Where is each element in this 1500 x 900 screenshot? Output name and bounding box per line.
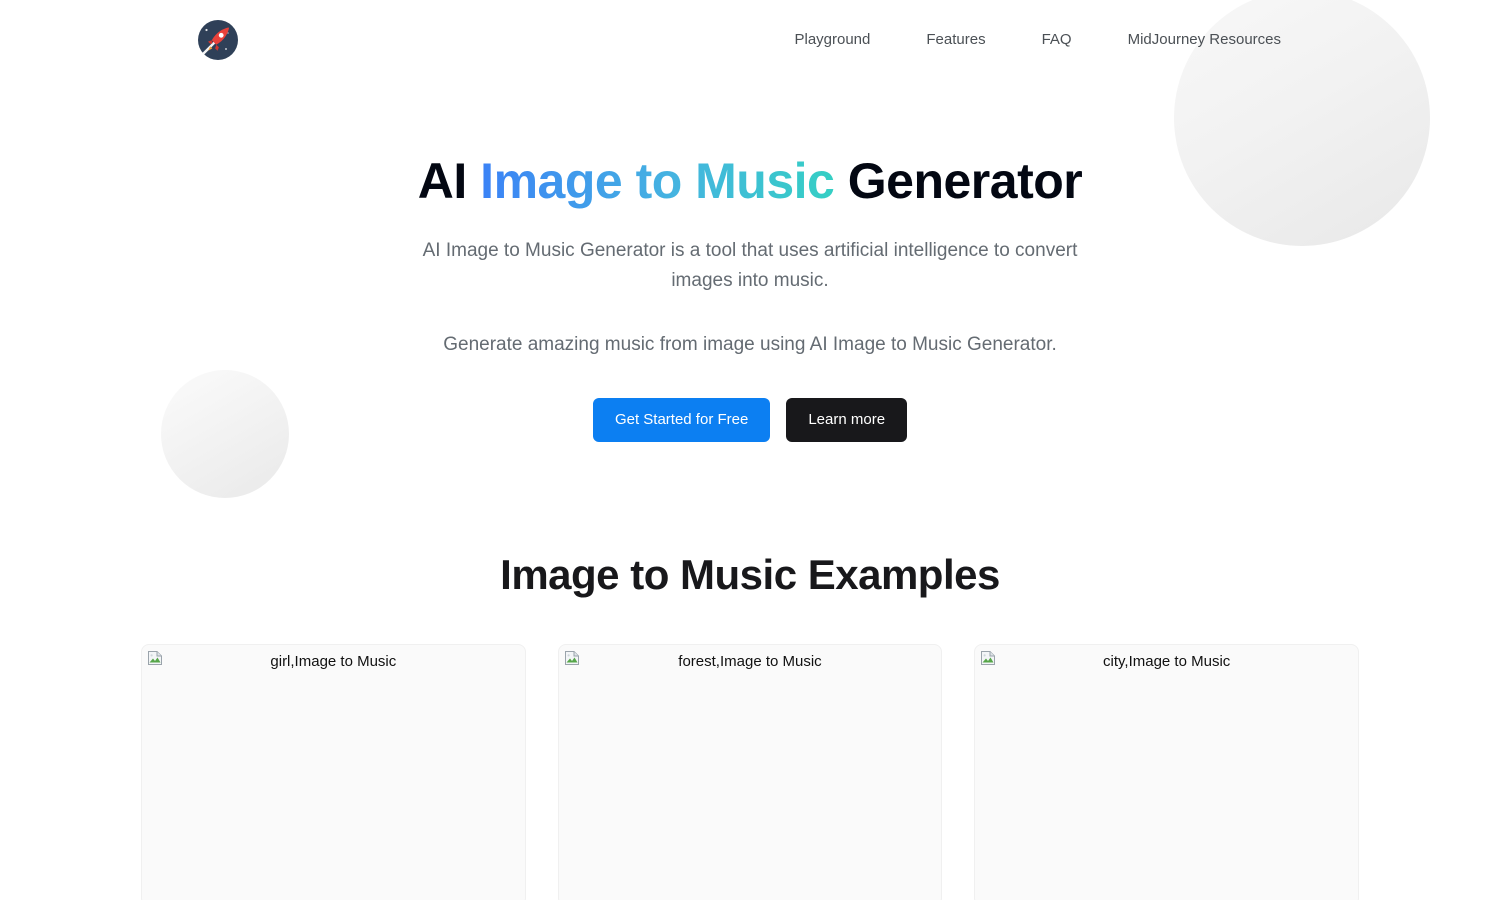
get-started-button[interactable]: Get Started for Free: [592, 398, 771, 442]
example-card-alt-text: girl,Image to Music: [270, 653, 397, 670]
main-content: AI Image to Music Generator AI Image to …: [0, 80, 1500, 900]
page-title-prefix: AI: [417, 153, 481, 209]
broken-image-placeholder: city,Image to Music: [975, 645, 1358, 900]
page-title: AI Image to Music Generator: [0, 152, 1500, 210]
site-header: Playground Features FAQ MidJourney Resou…: [0, 0, 1500, 80]
example-card-alt-text: forest,Image to Music: [678, 653, 822, 670]
examples-heading: Image to Music Examples: [500, 551, 1000, 598]
example-card[interactable]: girl,Image to Music: [141, 644, 526, 900]
nav-item-playground[interactable]: Playground: [766, 30, 898, 50]
example-card[interactable]: city,Image to Music: [974, 644, 1359, 900]
main-navigation: Playground Features FAQ MidJourney Resou…: [766, 30, 1281, 50]
broken-image-icon: [564, 650, 580, 666]
broken-image-placeholder: forest,Image to Music: [559, 645, 942, 900]
nav-item-midjourney-resources[interactable]: MidJourney Resources: [1100, 30, 1281, 50]
page-title-suffix: Generator: [834, 153, 1083, 209]
example-card-alt-text: city,Image to Music: [1103, 653, 1231, 670]
hero-subtitle-secondary: Generate amazing music from image using …: [443, 334, 1057, 355]
examples-grid: girl,Image to Music forest,Image to Musi…: [141, 644, 1359, 900]
nav-item-features[interactable]: Features: [898, 30, 1013, 50]
nav-item-faq[interactable]: FAQ: [1014, 30, 1100, 50]
hero-subtitle: AI Image to Music Generator is a tool th…: [422, 240, 1078, 291]
page-title-highlight: Image to Music: [480, 153, 835, 209]
examples-section: Image to Music Examples girl,Image to Mu…: [0, 550, 1500, 900]
rocket-logo-icon: [198, 20, 238, 60]
site-logo[interactable]: [197, 19, 239, 61]
broken-image-icon: [980, 650, 996, 666]
broken-image-placeholder: girl,Image to Music: [142, 645, 525, 900]
example-card[interactable]: forest,Image to Music: [557, 644, 943, 900]
cta-button-row: Get Started for Free Learn more: [0, 398, 1500, 442]
broken-image-icon: [147, 650, 163, 666]
hero-section: AI Image to Music Generator AI Image to …: [0, 80, 1500, 442]
learn-more-button[interactable]: Learn more: [786, 398, 908, 442]
